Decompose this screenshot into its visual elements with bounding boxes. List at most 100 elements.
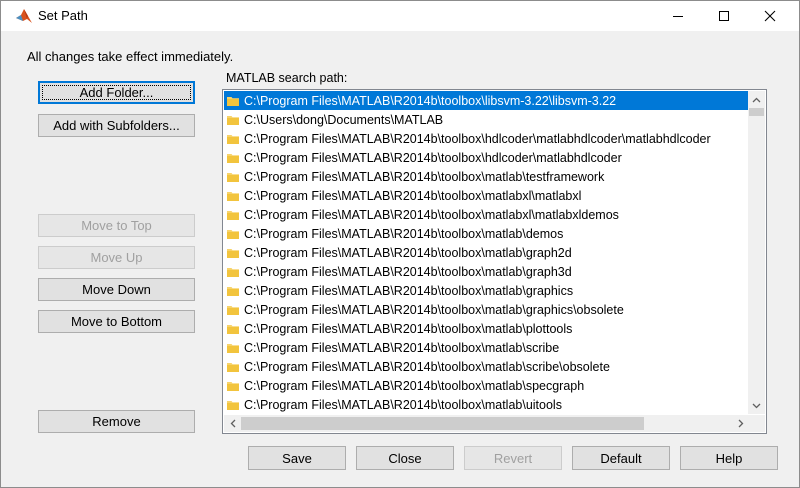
close-icon <box>764 10 776 22</box>
path-text: C:\Program Files\MATLAB\R2014b\toolbox\h… <box>244 131 711 146</box>
path-text: C:\Program Files\MATLAB\R2014b\toolbox\m… <box>244 302 624 317</box>
minimize-button[interactable] <box>655 1 701 31</box>
path-text: C:\Program Files\MATLAB\R2014b\toolbox\h… <box>244 150 622 165</box>
move-to-top-button[interactable]: Move to Top <box>38 214 195 237</box>
folder-icon <box>227 248 239 258</box>
folder-icon <box>227 96 239 106</box>
path-text: C:\Program Files\MATLAB\R2014b\toolbox\m… <box>244 264 572 279</box>
path-list-item[interactable]: C:\Program Files\MATLAB\R2014b\toolbox\m… <box>224 262 749 281</box>
folder-icon <box>227 267 239 277</box>
default-button[interactable]: Default <box>572 446 670 470</box>
folder-icon <box>227 172 239 182</box>
path-text: C:\Program Files\MATLAB\R2014b\toolbox\m… <box>244 397 562 412</box>
scroll-up-button[interactable] <box>748 91 765 108</box>
folder-icon <box>227 324 239 334</box>
add-with-subfolders-label: Add with Subfolders... <box>53 118 180 133</box>
scrollbar-corner <box>748 415 765 432</box>
path-list-item[interactable]: C:\Program Files\MATLAB\R2014b\toolbox\m… <box>224 376 749 395</box>
revert-button[interactable]: Revert <box>464 446 562 470</box>
window-title: Set Path <box>38 8 88 23</box>
path-text: C:\Program Files\MATLAB\R2014b\toolbox\l… <box>244 93 617 108</box>
path-list-item[interactable]: C:\Program Files\MATLAB\R2014b\toolbox\m… <box>224 338 749 357</box>
folder-icon <box>227 210 239 220</box>
focus-rect <box>42 85 191 100</box>
title-bar: Set Path <box>1 1 799 31</box>
folder-icon <box>227 229 239 239</box>
path-list-item[interactable]: C:\Users\dong\Documents\MATLAB <box>224 110 749 129</box>
path-list-item[interactable]: C:\Program Files\MATLAB\R2014b\toolbox\m… <box>224 224 749 243</box>
set-path-window: Set Path All changes take effect immedia… <box>0 0 800 488</box>
path-list-item[interactable]: C:\Program Files\MATLAB\R2014b\toolbox\m… <box>224 395 749 414</box>
arrow-up-icon <box>752 97 761 102</box>
scroll-down-button[interactable] <box>748 397 765 414</box>
search-path-list[interactable]: C:\Program Files\MATLAB\R2014b\toolbox\l… <box>222 89 767 434</box>
move-to-top-label: Move to Top <box>81 218 152 233</box>
arrow-right-icon <box>738 419 743 428</box>
folder-icon <box>227 343 239 353</box>
remove-label: Remove <box>92 414 141 429</box>
path-text: C:\Program Files\MATLAB\R2014b\toolbox\m… <box>244 321 573 336</box>
help-label: Help <box>715 450 743 466</box>
path-rows: C:\Program Files\MATLAB\R2014b\toolbox\l… <box>224 91 749 414</box>
path-list-item[interactable]: C:\Program Files\MATLAB\R2014b\toolbox\m… <box>224 167 749 186</box>
minimize-icon <box>673 16 683 17</box>
path-text: C:\Program Files\MATLAB\R2014b\toolbox\m… <box>244 226 564 241</box>
maximize-icon <box>719 11 729 21</box>
vertical-scrollbar[interactable] <box>748 91 765 414</box>
path-list-item[interactable]: C:\Program Files\MATLAB\R2014b\toolbox\m… <box>224 243 749 262</box>
path-list-item[interactable]: C:\Program Files\MATLAB\R2014b\toolbox\m… <box>224 357 749 376</box>
folder-icon <box>227 381 239 391</box>
folder-icon <box>227 362 239 372</box>
scroll-right-button[interactable] <box>732 415 749 432</box>
folder-icon <box>227 400 239 410</box>
search-path-label: MATLAB search path: <box>226 71 348 85</box>
arrow-left-icon <box>230 419 235 428</box>
scroll-left-button[interactable] <box>224 415 241 432</box>
info-text: All changes take effect immediately. <box>27 49 234 64</box>
move-up-label: Move Up <box>90 250 143 265</box>
move-to-bottom-button[interactable]: Move to Bottom <box>38 310 195 333</box>
folder-icon <box>227 286 239 296</box>
folder-icon <box>227 134 239 144</box>
move-down-button[interactable]: Move Down <box>38 278 195 301</box>
close-window-button[interactable] <box>747 1 793 31</box>
path-text: C:\Program Files\MATLAB\R2014b\toolbox\m… <box>244 340 560 355</box>
path-text: C:\Program Files\MATLAB\R2014b\toolbox\m… <box>244 378 585 393</box>
path-text: C:\Program Files\MATLAB\R2014b\toolbox\m… <box>244 169 605 184</box>
maximize-button[interactable] <box>701 1 747 31</box>
arrow-down-icon <box>752 403 761 408</box>
move-to-bottom-label: Move to Bottom <box>70 314 163 329</box>
vertical-scroll-thumb[interactable] <box>749 108 764 116</box>
close-label: Close <box>388 450 422 466</box>
path-list-item[interactable]: C:\Program Files\MATLAB\R2014b\toolbox\h… <box>224 129 749 148</box>
folder-icon <box>227 191 239 201</box>
close-button[interactable]: Close <box>356 446 454 470</box>
path-list-item[interactable]: C:\Program Files\MATLAB\R2014b\toolbox\m… <box>224 319 749 338</box>
horizontal-scrollbar[interactable] <box>224 415 749 432</box>
path-list-item[interactable]: C:\Program Files\MATLAB\R2014b\toolbox\m… <box>224 281 749 300</box>
folder-icon <box>227 305 239 315</box>
path-list-item[interactable]: C:\Program Files\MATLAB\R2014b\toolbox\m… <box>224 186 749 205</box>
matlab-logo-icon <box>15 7 33 25</box>
add-folder-button[interactable]: Add Folder... <box>38 81 195 104</box>
default-label: Default <box>600 450 642 466</box>
path-text: C:\Program Files\MATLAB\R2014b\toolbox\m… <box>244 188 582 203</box>
path-list-item[interactable]: C:\Program Files\MATLAB\R2014b\toolbox\m… <box>224 205 749 224</box>
save-label: Save <box>282 450 312 466</box>
path-text: C:\Program Files\MATLAB\R2014b\toolbox\m… <box>244 245 572 260</box>
horizontal-scroll-thumb[interactable] <box>241 417 644 430</box>
path-list-item[interactable]: C:\Program Files\MATLAB\R2014b\toolbox\m… <box>224 300 749 319</box>
path-text: C:\Program Files\MATLAB\R2014b\toolbox\m… <box>244 359 610 374</box>
save-button[interactable]: Save <box>248 446 346 470</box>
path-text: C:\Program Files\MATLAB\R2014b\toolbox\m… <box>244 207 619 222</box>
add-with-subfolders-button[interactable]: Add with Subfolders... <box>38 114 195 137</box>
remove-button[interactable]: Remove <box>38 410 195 433</box>
folder-icon <box>227 115 239 125</box>
revert-label: Revert <box>493 450 533 466</box>
help-button[interactable]: Help <box>680 446 778 470</box>
path-text: C:\Users\dong\Documents\MATLAB <box>244 112 444 127</box>
folder-icon <box>227 153 239 163</box>
path-list-item[interactable]: C:\Program Files\MATLAB\R2014b\toolbox\l… <box>224 91 749 110</box>
move-up-button[interactable]: Move Up <box>38 246 195 269</box>
path-list-item[interactable]: C:\Program Files\MATLAB\R2014b\toolbox\h… <box>224 148 749 167</box>
